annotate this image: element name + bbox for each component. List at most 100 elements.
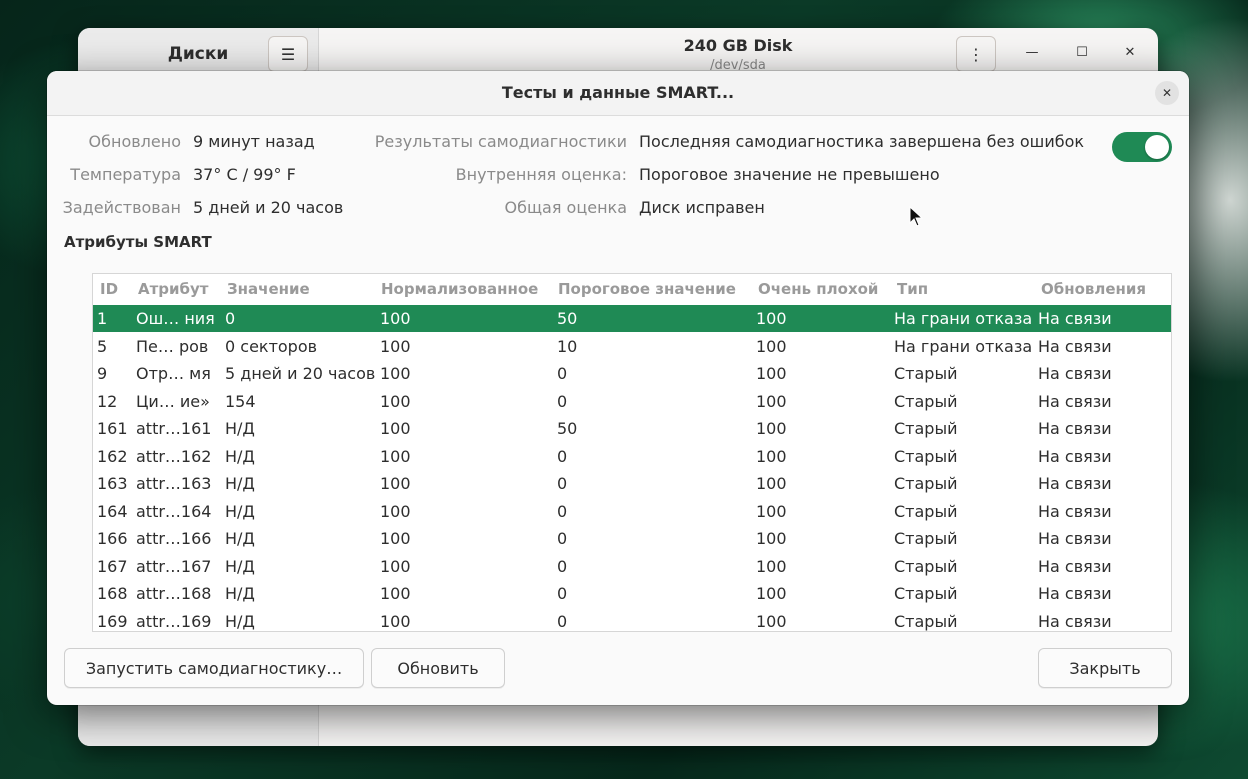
close-window-button[interactable]: ✕ (1118, 40, 1142, 64)
column-header-updates[interactable]: Обновления (1041, 280, 1146, 298)
smart-attributes-table[interactable]: ID Атрибут Значение Нормализованное Поро… (92, 273, 1172, 632)
powered-value: 5 дней и 20 часов (193, 198, 344, 217)
cell-normalized: 100 (380, 529, 411, 548)
cell-type: Старый (894, 474, 958, 493)
start-selftest-button[interactable]: Запустить самодиагностику… (64, 648, 364, 688)
more-vertical-icon: ⋮ (968, 44, 984, 64)
overall-label: Общая оценка (504, 198, 628, 217)
cell-attribute: Ош… ния (136, 309, 215, 328)
close-icon: ✕ (1161, 86, 1173, 100)
cell-attribute: attr…161 (136, 419, 212, 438)
minimize-button[interactable]: — (1020, 40, 1044, 64)
table-row[interactable]: 12 Ци… ие» 154 100 0 100 Старый На связи (93, 388, 1171, 415)
cell-attribute: attr…166 (136, 529, 212, 548)
cell-value: 0 секторов (225, 336, 318, 356)
column-header-threshold[interactable]: Пороговое значение (558, 280, 736, 298)
overall-value: Диск исправен (639, 198, 765, 217)
maximize-button[interactable]: ☐ (1070, 40, 1094, 64)
cell-value: Н/Д (225, 419, 255, 438)
refresh-button[interactable]: Обновить (371, 648, 505, 688)
cell-worst: 100 (756, 611, 787, 631)
column-header-normalized[interactable]: Нормализованное (381, 280, 538, 298)
cell-type: Старый (894, 556, 958, 576)
cell-id: 162 (97, 446, 128, 466)
cell-worst: 100 (756, 419, 787, 438)
cell-updates: На связи (1038, 611, 1112, 631)
column-header-worst[interactable]: Очень плохой (758, 280, 878, 298)
cell-threshold: 50 (557, 419, 578, 438)
minimize-icon: — (1025, 44, 1039, 60)
cell-normalized: 100 (380, 474, 411, 493)
cell-id: 161 (97, 419, 128, 438)
cell-normalized: 100 (380, 501, 411, 521)
cell-type: Старый (894, 364, 958, 383)
cell-worst: 100 (756, 309, 787, 328)
cell-attribute: attr…167 (136, 556, 212, 576)
internal-label: Внутренняя оценка: (455, 165, 627, 184)
cell-attribute: attr…164 (136, 501, 212, 521)
cell-id: 169 (97, 611, 128, 631)
cell-value: 0 (225, 309, 236, 328)
column-header-type[interactable]: Тип (897, 280, 928, 298)
cell-worst: 100 (756, 556, 787, 576)
cell-threshold: 0 (557, 474, 568, 493)
cell-value: Н/Д (225, 474, 255, 493)
temperature-value: 37° C / 99° F (193, 165, 296, 184)
cell-threshold: 0 (557, 501, 568, 521)
dialog-close-button[interactable]: ✕ (1155, 81, 1179, 105)
column-header-value[interactable]: Значение (227, 280, 310, 298)
toggle-knob (1145, 135, 1169, 159)
cell-threshold: 0 (557, 446, 568, 466)
cell-worst: 100 (756, 501, 787, 521)
cell-threshold: 0 (557, 364, 568, 383)
cell-updates: На связи (1038, 584, 1112, 603)
table-row[interactable]: 9 Отр… мя 5 дней и 20 часов 100 0 100 Старый На… (93, 360, 1171, 387)
cell-type: На грани отказа (894, 309, 1033, 328)
cell-attribute: attr…162 (136, 446, 212, 466)
cell-value: 5 дней и 20 часов (225, 364, 376, 383)
column-header-attribute[interactable]: Атрибут (138, 280, 209, 298)
cell-id: 5 (97, 336, 108, 356)
table-row[interactable]: 166 attr…166 Н/Д 100 0 100 Старый На связи (93, 525, 1171, 552)
table-row[interactable]: 167 attr…167 Н/Д 100 0 100 Старый На связи (93, 553, 1171, 580)
cell-normalized: 100 (380, 309, 411, 328)
table-row[interactable]: 161 attr…161 Н/Д 100 50 100 Старый На связи (93, 415, 1171, 442)
hamburger-menu-button[interactable]: ☰ (268, 36, 308, 72)
close-icon: ✕ (1124, 44, 1136, 60)
updated-label: Обновлено (88, 132, 181, 151)
cell-updates: На связи (1038, 529, 1112, 548)
table-header: ID Атрибут Значение Нормализованное Поро… (93, 274, 1171, 305)
cell-normalized: 100 (380, 419, 411, 438)
cell-attribute: Пе… ров (136, 336, 209, 356)
powered-label: Задействован (62, 198, 181, 217)
cell-updates: На связи (1038, 446, 1112, 466)
cell-updates: На связи (1038, 336, 1112, 356)
table-row[interactable]: 162 attr…162 Н/Д 100 0 100 Старый На связи (93, 443, 1171, 470)
cell-threshold: 10 (557, 336, 578, 356)
table-row-selected[interactable]: 1 Ош… ния 0 100 50 100 На грани отказа На связи (93, 305, 1171, 332)
table-row[interactable]: 164 attr…164 Н/Д 100 0 100 Старый На связи (93, 498, 1171, 525)
temperature-label: Температура (70, 165, 181, 184)
cell-id: 168 (97, 584, 128, 603)
column-header-id[interactable]: ID (100, 280, 118, 298)
cell-worst: 100 (756, 364, 787, 383)
selftest-label: Результаты самодиагностики (374, 132, 627, 151)
cell-value: Н/Д (225, 501, 255, 521)
smart-enable-toggle[interactable] (1112, 132, 1172, 162)
cell-value: Н/Д (225, 556, 255, 576)
cell-attribute: attr…168 (136, 584, 212, 603)
table-row[interactable]: 168 attr…168 Н/Д 100 0 100 Старый На связи (93, 580, 1171, 607)
close-dialog-button[interactable]: Закрыть (1038, 648, 1172, 688)
cell-attribute: attr…163 (136, 474, 212, 493)
cell-type: Старый (894, 611, 958, 631)
cell-worst: 100 (756, 391, 787, 411)
menu-icon: ☰ (280, 44, 296, 64)
selftest-value: Последняя самодиагностика завершена без … (639, 132, 1085, 151)
table-row[interactable]: 5 Пе… ров 0 секторов 100 10 100 На грани отказ… (93, 333, 1171, 360)
table-row[interactable]: 163 attr…163 Н/Д 100 0 100 Старый На связи (93, 470, 1171, 497)
cell-id: 167 (97, 556, 128, 576)
table-row[interactable]: 169 attr…169 Н/Д 100 0 100 Старый На связи (93, 608, 1171, 632)
disk-menu-button[interactable]: ⋮ (956, 36, 996, 72)
cell-type: Старый (894, 501, 958, 521)
mouse-pointer-icon (909, 206, 923, 227)
